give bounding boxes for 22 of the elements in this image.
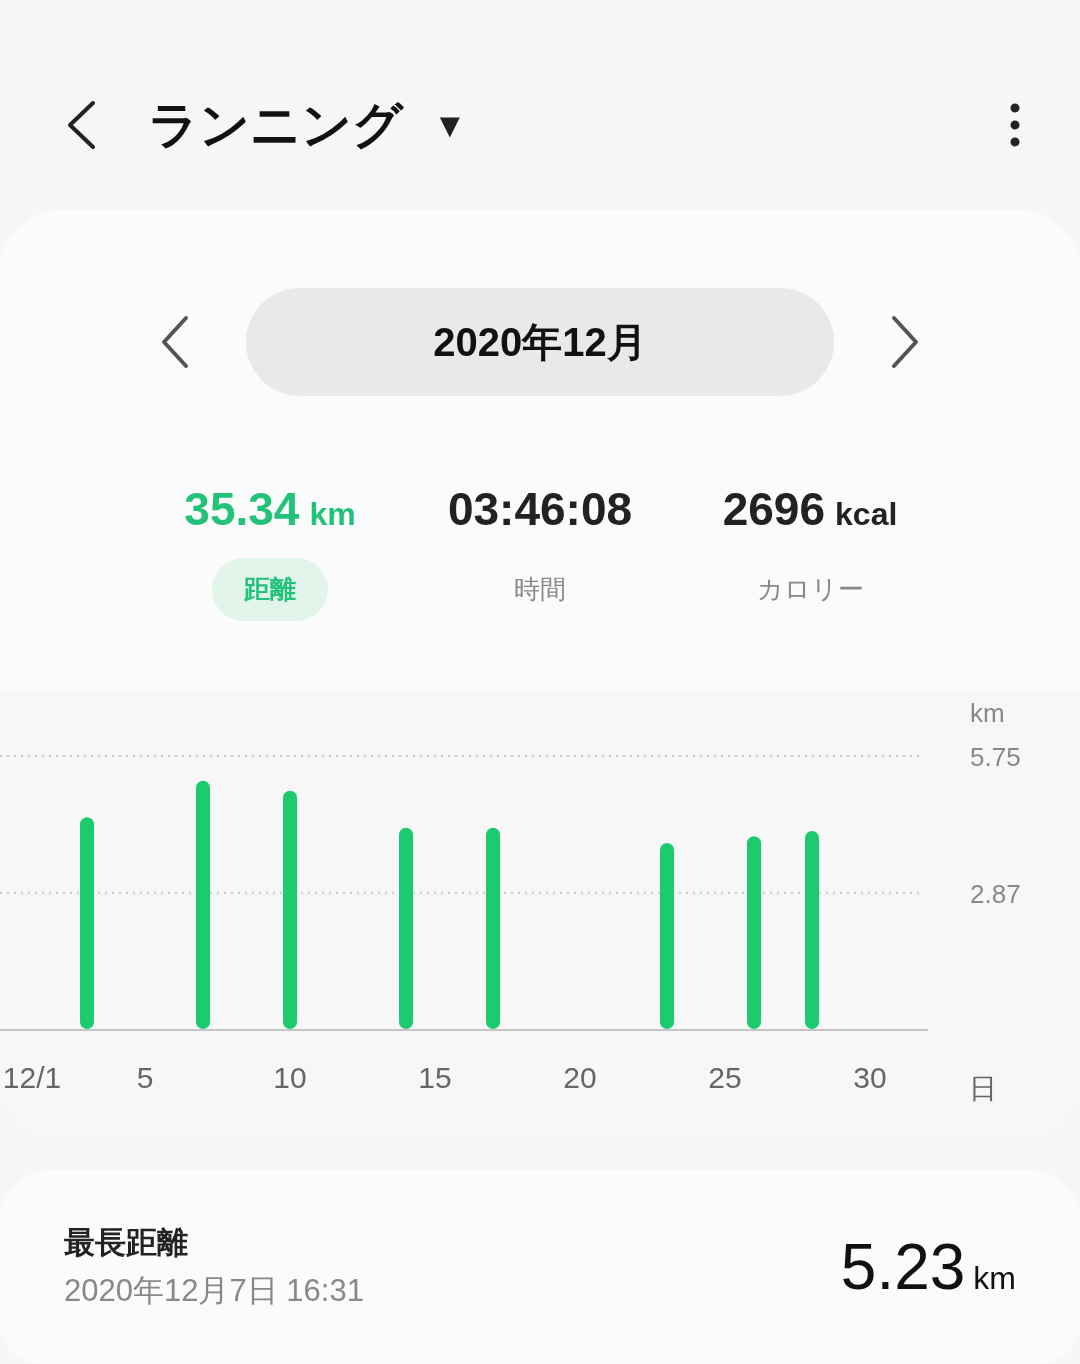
record-value: 5.23 km xyxy=(840,1230,1016,1304)
x-axis-unit: 日 xyxy=(969,1073,997,1104)
month-selector[interactable]: 2020年12月 xyxy=(246,288,834,396)
x-tick-label: 15 xyxy=(418,1061,452,1094)
y-axis-unit: km xyxy=(970,698,1005,728)
x-tick-label: 25 xyxy=(708,1061,742,1094)
y-tick-label: 5.75 xyxy=(970,742,1021,772)
more-options-icon[interactable] xyxy=(1010,103,1020,147)
x-tick-label: 30 xyxy=(853,1061,887,1094)
dropdown-caret[interactable]: ▼ xyxy=(433,105,467,145)
record-date: 2020年12月7日 16:31 xyxy=(64,1272,365,1310)
x-tick-label: 5 xyxy=(136,1061,154,1094)
x-tick-label: 12/1 xyxy=(2,1061,62,1094)
page-title[interactable]: ランニング xyxy=(148,91,403,159)
stat-value: 35.34 km xyxy=(184,482,356,537)
back-icon[interactable] xyxy=(66,100,96,150)
record-title: 最長距離 xyxy=(64,1224,189,1262)
stat-value: 03:46:08 xyxy=(447,482,633,537)
y-tick-label: 2.87 xyxy=(970,878,1021,909)
x-tick-label: 20 xyxy=(563,1061,597,1094)
stat-value: 2696 kcal xyxy=(722,482,898,537)
x-tick-label: 10 xyxy=(273,1061,307,1094)
